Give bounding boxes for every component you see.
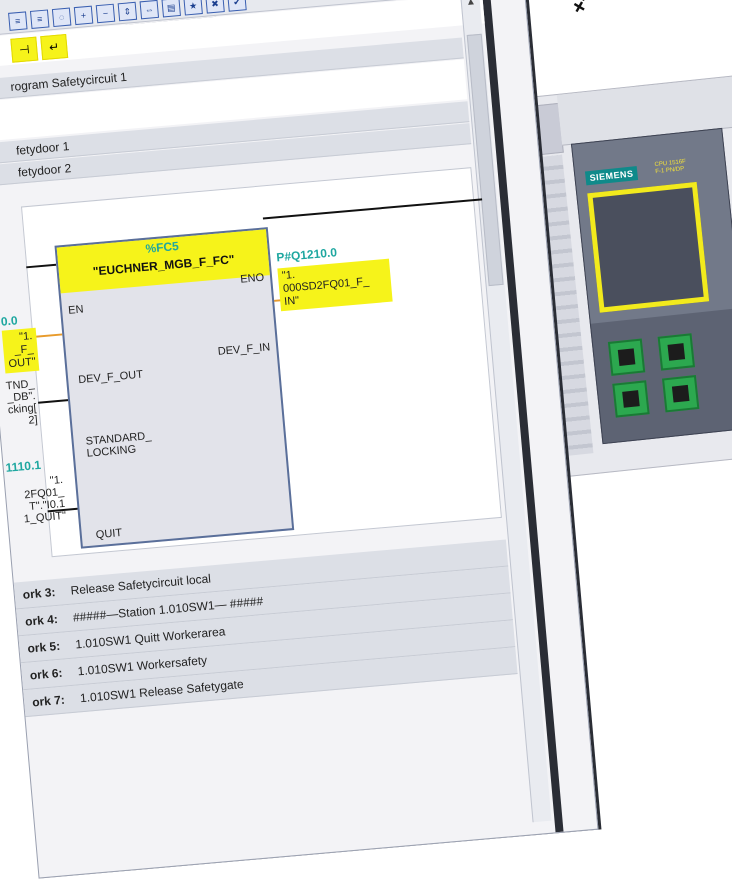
pin-dev-f-in[interactable]: DEV_F_IN: [217, 341, 270, 358]
quit-operand[interactable]: "1. 2FQ01_ T"."I0.1 1_QUIT": [7, 474, 66, 527]
pin-eno[interactable]: ENO: [240, 272, 265, 286]
cpu-model-label: CPU 1516F F-1 PN/DP: [654, 158, 687, 176]
cpu-front-panel: SIEMENS CPU 1516F F-1 PN/DP: [572, 129, 732, 324]
ethernet-port-icon[interactable]: [607, 338, 646, 376]
monitor-on-icon[interactable]: ✔: [227, 0, 247, 12]
scroll-up-icon[interactable]: ▲: [462, 0, 479, 13]
device-label: ++C: [565, 0, 608, 19]
pin-en[interactable]: EN: [68, 304, 84, 317]
ethernet-port-icon[interactable]: [612, 380, 650, 418]
branch-icon[interactable]: ↵: [40, 33, 69, 61]
input-address-partial: 0.0: [0, 313, 19, 329]
delete-network-icon[interactable]: −: [95, 3, 116, 24]
no-contact-icon[interactable]: ⊣: [10, 36, 39, 63]
ethernet-ports: [607, 332, 717, 432]
pin-dev-f-out[interactable]: DEV_F_OUT: [78, 369, 144, 387]
expand-icon[interactable]: ⇕: [117, 1, 138, 22]
list-icon[interactable]: ≡: [29, 9, 50, 29]
program-editor: ≡ ≡ ◌ + − ⇕ ⇔ ▤ ★ ✖ ✔ Block interface ⊣ …: [0, 0, 599, 879]
dev-f-out-operand[interactable]: "1. _F_ OUT": [1, 327, 40, 374]
pin-quit[interactable]: QUIT: [95, 527, 122, 541]
cpu-module[interactable]: SIEMENS CPU 1516F F-1 PN/DP: [570, 127, 732, 445]
ethernet-port-icon[interactable]: [662, 375, 700, 413]
absolute-address-icon[interactable]: ▤: [161, 0, 181, 18]
collapse-icon[interactable]: ⇔: [139, 0, 160, 20]
quit-address: 1110.1: [5, 457, 42, 475]
monitor-off-icon[interactable]: ✖: [205, 0, 225, 14]
fc-block-euchner[interactable]: %FC5 "EUCHNER_MGB_F_FC" EN ENO DEV_F_OUT…: [54, 227, 295, 549]
insert-network-icon[interactable]: +: [73, 5, 94, 26]
comment-icon[interactable]: ◌: [51, 7, 72, 28]
favorites-icon[interactable]: ★: [183, 0, 203, 16]
brand-label: SIEMENS: [584, 166, 639, 186]
list-icon[interactable]: ≡: [8, 11, 28, 31]
pin-standard-locking[interactable]: STANDARD_ LOCKING: [85, 430, 153, 460]
cpu-display: [587, 181, 710, 313]
ethernet-port-icon[interactable]: [657, 333, 695, 371]
standard-locking-operand[interactable]: TND_ _DB". cking[ 2]: [0, 378, 38, 429]
